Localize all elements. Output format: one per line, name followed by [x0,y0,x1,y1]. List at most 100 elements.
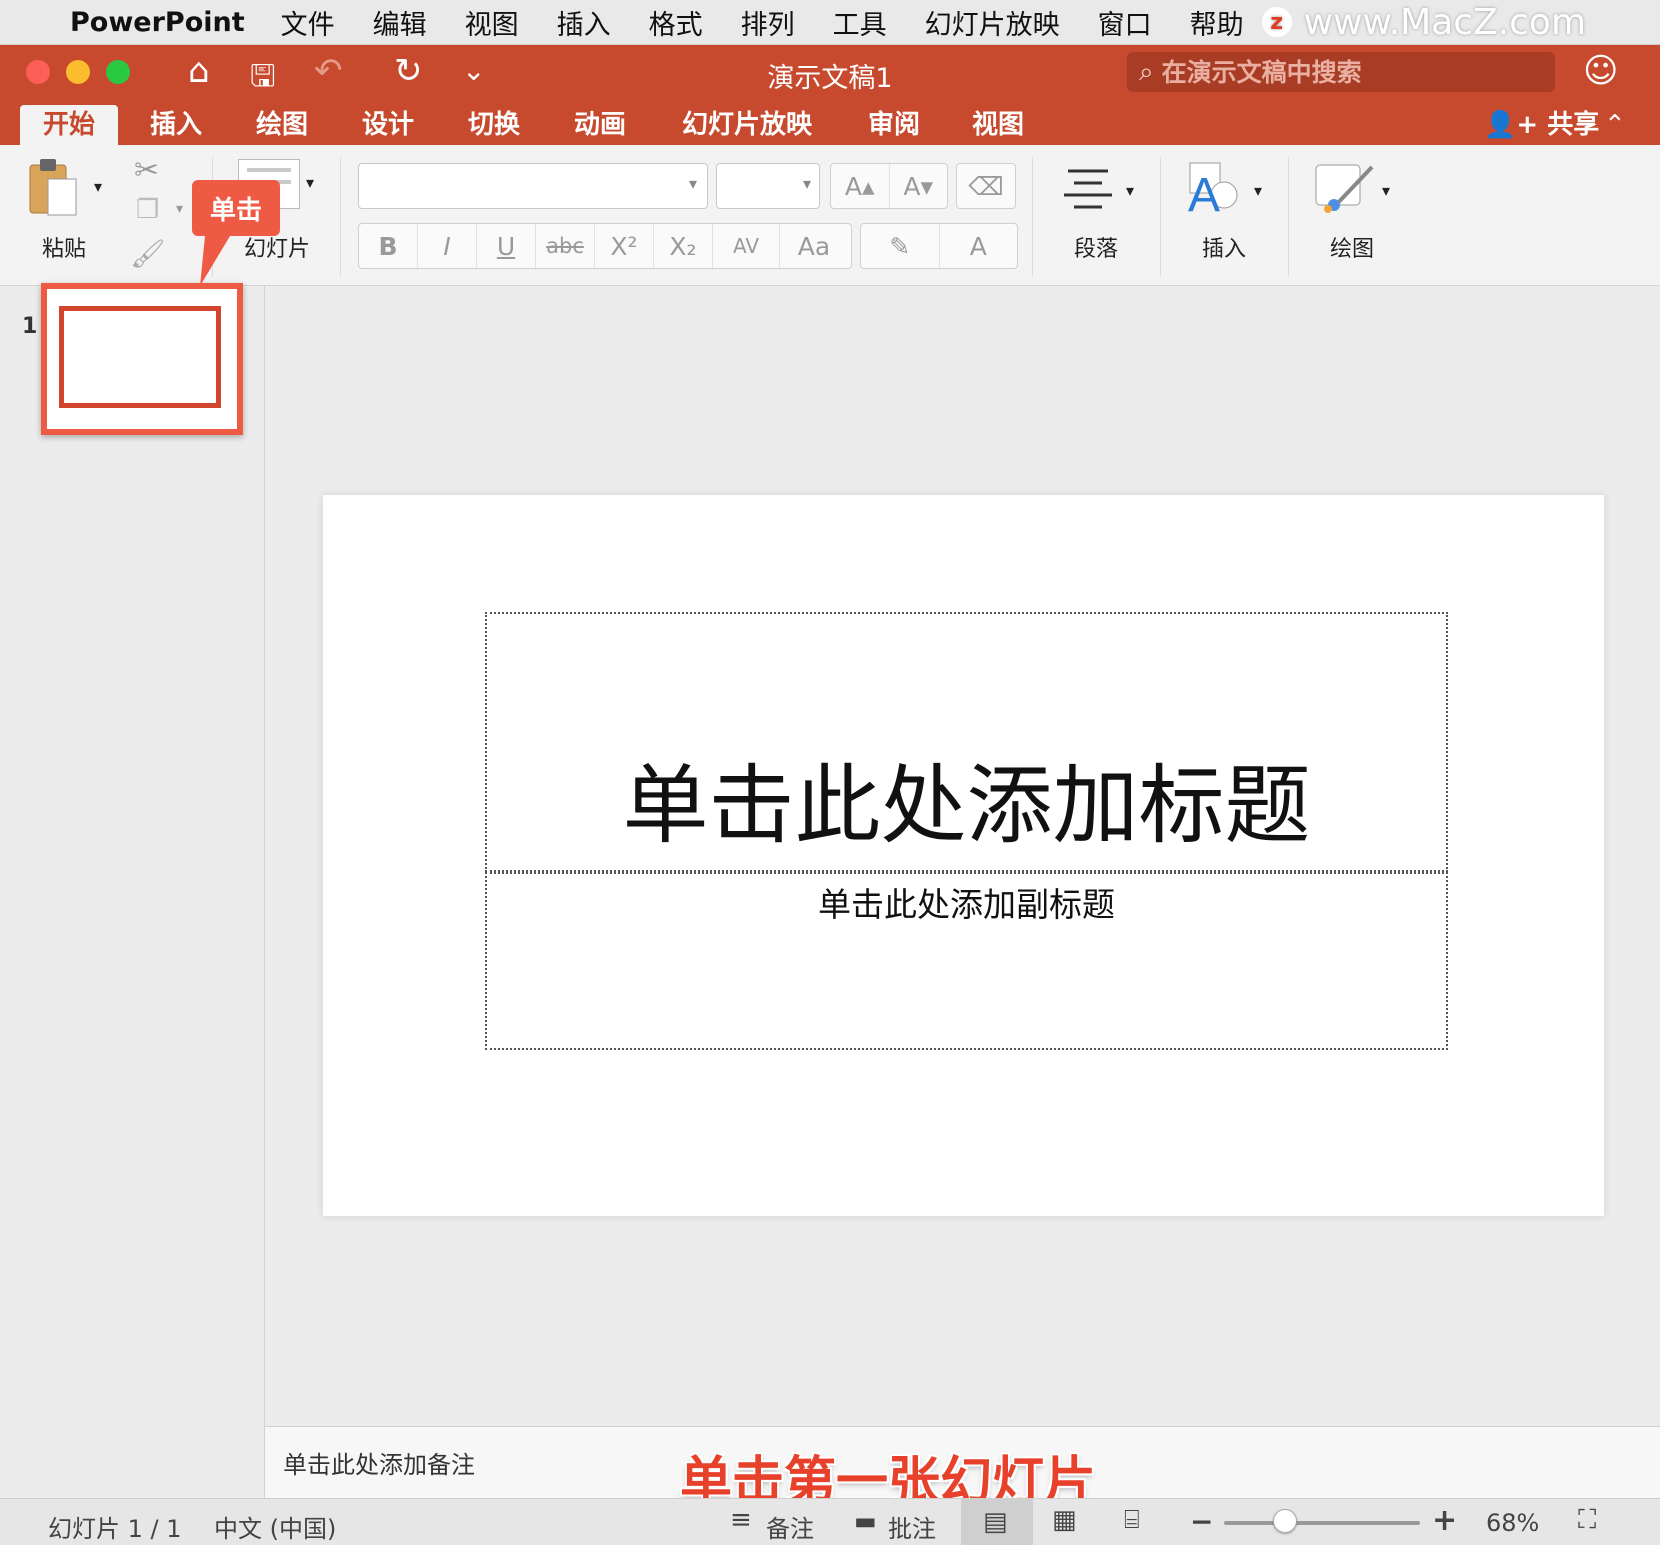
font-color-button[interactable]: A [940,224,1018,268]
menu-view[interactable]: 视图 [465,3,519,42]
undo-icon[interactable]: ↶ [314,51,343,91]
subtitle-placeholder[interactable]: 单击此处添加副标题 [485,872,1448,1050]
copy-icon[interactable]: ❐ [136,195,159,225]
brush-canvas-icon [1315,164,1374,213]
highlighter-icon: ✎ [889,231,911,261]
subscript-button[interactable]: X₂ [654,224,713,268]
zoom-slider-thumb[interactable] [1272,1509,1297,1533]
comments-toggle-button[interactable]: 批注 [888,1509,936,1544]
watermark: z www.MacZ.com [1261,2,1586,43]
eraser-icon: ⌫ [968,171,1004,201]
status-bar: 幻灯片 1 / 1 中文 (中国) ≡ 备注 ▬ 批注 ▤ ▦ ⌸ − + 68… [0,1498,1660,1545]
slide-sorter-icon[interactable]: ▦ [1052,1505,1077,1535]
draw-button[interactable] [1312,159,1378,219]
subtitle-placeholder-text: 单击此处添加副标题 [818,885,1115,924]
normal-view-button[interactable]: ▤ [961,1499,1033,1545]
paste-dropdown-icon[interactable]: ▾ [94,177,102,196]
character-spacing-button[interactable]: AV [713,224,780,268]
insert-shapes-button[interactable]: A [1186,159,1246,222]
svg-text:A: A [1188,169,1220,219]
superscript-button[interactable]: X² [595,224,654,268]
color-buttons: ✎ A [860,223,1018,269]
tab-draw[interactable]: 绘图 [234,105,330,145]
normal-view-icon: ▤ [983,1507,1008,1537]
app-menu-powerpoint[interactable]: PowerPoint [70,7,245,38]
add-person-icon: 👤+ [1484,110,1548,140]
share-button[interactable]: 👤+ 共享 [1484,105,1599,145]
menu-file[interactable]: 文件 [281,3,335,42]
draw-dropdown-icon[interactable]: ▾ [1382,181,1390,200]
menu-help[interactable]: 帮助 [1190,3,1244,42]
font-name-dropdown-icon[interactable]: ▾ [689,174,697,193]
paste-label: 粘贴 [42,237,87,262]
tab-insert[interactable]: 插入 [128,105,224,145]
menu-format[interactable]: 格式 [649,3,703,42]
ribbon-separator [1160,157,1161,277]
tab-view[interactable]: 视图 [950,105,1046,145]
grow-font-button[interactable]: A▴ [831,164,890,208]
copy-dropdown-icon[interactable]: ▾ [176,201,183,217]
underline-button[interactable]: U [477,224,536,268]
tab-animations[interactable]: 动画 [552,105,648,145]
slide-thumbnail-1[interactable] [41,283,243,435]
ribbon-separator [1288,157,1289,277]
minimize-window-button[interactable] [66,60,90,84]
customize-toolbar-icon[interactable]: ⌄ [462,54,485,87]
ribbon-separator [1032,157,1033,277]
ribbon-tabs: 开始 插入 绘图 设计 切换 动画 幻灯片放映 审阅 视图 👤+ 共享 ⌃ [0,101,1660,145]
zoom-in-button[interactable]: + [1432,1503,1457,1538]
macz-logo-icon: z [1261,7,1292,37]
insert-dropdown-icon[interactable]: ▾ [1254,181,1262,200]
italic-button[interactable]: I [418,224,477,268]
font-size-dropdown-icon[interactable]: ▾ [803,174,811,193]
redo-icon[interactable]: ↻ [394,51,423,91]
window-title-bar: ⌂ 🖫 ↶ ↻ ⌄ 演示文稿1 ⌕ ☺ [0,45,1660,101]
clear-format-button[interactable]: ⌫ [956,163,1016,209]
menu-window[interactable]: 窗口 [1098,3,1152,42]
save-icon[interactable]: 🖫 [250,54,276,105]
language-status[interactable]: 中文 (中国) [214,1509,336,1544]
menu-slideshow[interactable]: 幻灯片放映 [925,3,1060,42]
font-size-buttons: A▴ A▾ [830,163,948,209]
shrink-font-button[interactable]: A▾ [890,164,948,208]
bold-button[interactable]: B [359,224,418,268]
feedback-smiley-icon[interactable]: ☺ [1583,51,1618,91]
zoom-out-button[interactable]: − [1190,1505,1213,1538]
zoom-level[interactable]: 68% [1486,1509,1539,1537]
menu-edit[interactable]: 编辑 [373,3,427,42]
new-slide-dropdown-icon[interactable]: ▾ [306,173,314,192]
tab-review[interactable]: 审阅 [846,105,942,145]
fit-to-window-icon[interactable]: ⛶ [1578,1505,1596,1536]
highlight-color-button[interactable]: ✎ [861,224,940,268]
font-size-combobox[interactable]: ▾ [716,163,820,209]
search-box[interactable]: ⌕ [1127,52,1555,92]
change-case-button[interactable]: Aa [780,224,848,268]
zoom-window-button[interactable] [106,60,130,84]
collapse-ribbon-icon[interactable]: ⌃ [1604,105,1626,145]
menu-tools[interactable]: 工具 [833,3,887,42]
slide-thumbnail-panel: 1 [0,283,265,1498]
menu-arrange[interactable]: 排列 [741,3,795,42]
paste-button[interactable] [28,157,80,219]
tab-design[interactable]: 设计 [340,105,436,145]
cut-icon[interactable]: ✂ [134,153,159,188]
tab-slideshow[interactable]: 幻灯片放映 [672,105,822,145]
zoom-slider[interactable] [1224,1521,1420,1525]
paragraph-dropdown-icon[interactable]: ▾ [1126,181,1134,200]
menu-insert[interactable]: 插入 [557,3,611,42]
close-window-button[interactable] [26,60,50,84]
tab-transitions[interactable]: 切换 [446,105,542,145]
strikethrough-button[interactable]: abc [536,224,595,268]
tab-home[interactable]: 开始 [20,105,118,145]
font-name-combobox[interactable]: ▾ [358,163,708,209]
notes-pane[interactable]: 单击此处添加备注 单击第一张幻灯片 [265,1426,1660,1512]
notes-toggle-button[interactable]: 备注 [766,1509,814,1544]
format-painter-icon[interactable]: 🖌 [130,237,166,270]
search-icon: ⌕ [1139,56,1154,87]
title-placeholder[interactable]: 单击此处添加标题 [485,612,1448,872]
slide-canvas[interactable]: 单击此处添加标题 单击此处添加副标题 [323,495,1604,1216]
home-icon[interactable]: ⌂ [188,51,210,91]
search-input[interactable] [1159,56,1534,88]
reading-view-icon[interactable]: ⌸ [1124,1505,1140,1536]
paragraph-button[interactable] [1060,165,1116,215]
